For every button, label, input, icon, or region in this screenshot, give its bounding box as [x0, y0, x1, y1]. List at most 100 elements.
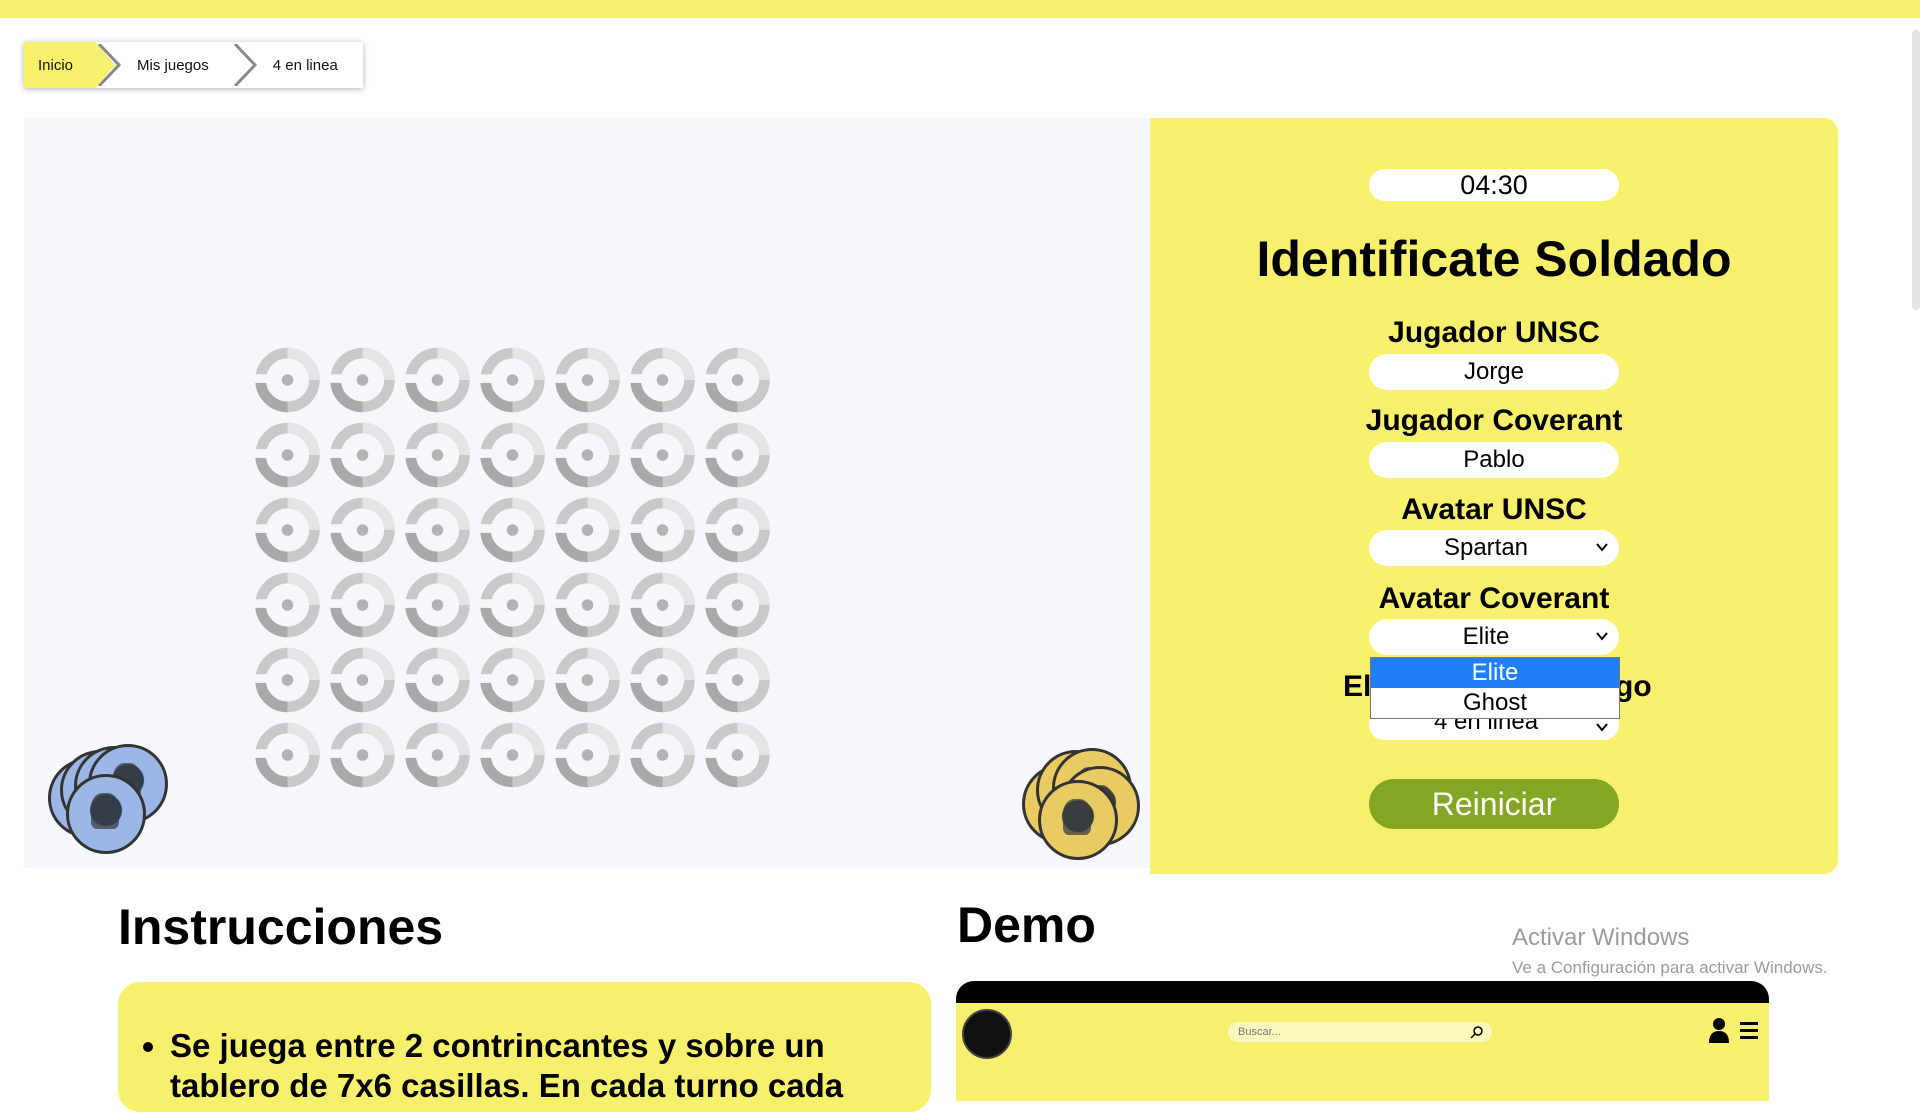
board-cell[interactable]: [550, 642, 625, 717]
board-cell[interactable]: [475, 342, 550, 417]
dropdown-option-elite[interactable]: Elite: [1371, 658, 1619, 688]
hole-icon: [701, 572, 770, 637]
top-accent-bar: [0, 0, 1920, 18]
board-cell[interactable]: [250, 642, 325, 717]
board-cell[interactable]: [400, 567, 475, 642]
instructions-box: Se juega entre 2 contrincantes y sobre u…: [118, 982, 931, 1112]
unsc-chip-stack[interactable]: [48, 744, 168, 854]
avatar2-label: Avatar Coverant: [1378, 582, 1610, 615]
hole-icon: [626, 422, 695, 487]
demo-search-input[interactable]: Buscar...: [1228, 1022, 1492, 1042]
board-cell[interactable]: [475, 417, 550, 492]
breadcrumb-item-mis-juegos[interactable]: Mis juegos: [95, 42, 231, 88]
hole-icon: [626, 647, 695, 712]
board-cell[interactable]: [550, 342, 625, 417]
game-board-grid: [250, 342, 775, 792]
panel-title: Identificate Soldado: [1256, 231, 1732, 287]
hole-icon: [476, 422, 545, 487]
board-cell[interactable]: [625, 342, 700, 417]
board-cell[interactable]: [700, 717, 775, 792]
board-cell[interactable]: [250, 567, 325, 642]
hole-icon: [476, 497, 545, 562]
board-cell[interactable]: [325, 417, 400, 492]
board-cell[interactable]: [250, 342, 325, 417]
hole-icon: [626, 347, 695, 412]
avatar2-select-value: Elite: [1462, 623, 1510, 650]
board-cell[interactable]: [700, 417, 775, 492]
hole-icon: [476, 572, 545, 637]
hole-icon: [401, 647, 470, 712]
board-cell[interactable]: [325, 342, 400, 417]
hole-icon: [626, 572, 695, 637]
demo-preview[interactable]: Buscar...: [956, 981, 1769, 1101]
player2-name-input[interactable]: [1369, 442, 1619, 478]
board-cell[interactable]: [400, 342, 475, 417]
hole-icon: [476, 722, 545, 787]
board-cell[interactable]: [700, 342, 775, 417]
board-cell[interactable]: [625, 417, 700, 492]
hole-icon: [476, 347, 545, 412]
hole-icon: [551, 572, 620, 637]
watermark-title: Activar Windows: [1512, 924, 1690, 951]
restart-button[interactable]: Reiniciar: [1369, 779, 1619, 829]
hole-icon: [701, 497, 770, 562]
demo-search-placeholder: Buscar...: [1238, 1026, 1281, 1038]
hole-icon: [326, 422, 395, 487]
board-cell[interactable]: [700, 642, 775, 717]
avatar2-dropdown-list: Elite Ghost: [1370, 657, 1620, 719]
player1-name-input[interactable]: [1369, 354, 1619, 390]
breadcrumb-item-inicio[interactable]: Inicio: [24, 42, 116, 88]
hole-icon: [401, 347, 470, 412]
board-cell[interactable]: [400, 642, 475, 717]
avatar1-select-value: Spartan: [1443, 534, 1529, 561]
board-cell[interactable]: [400, 717, 475, 792]
hole-icon: [626, 722, 695, 787]
page-scrollbar[interactable]: [1912, 30, 1920, 310]
board-cell[interactable]: [550, 567, 625, 642]
board-cell[interactable]: [475, 642, 550, 717]
menu-icon[interactable]: [1740, 1019, 1758, 1041]
watermark-subtitle: Ve a Configuración para activar Windows.: [1512, 958, 1828, 977]
breadcrumb-item-4-en-linea[interactable]: 4 en linea: [231, 42, 363, 88]
board-cell[interactable]: [625, 717, 700, 792]
controller-logo-icon: [962, 1009, 1012, 1059]
board-cell[interactable]: [475, 492, 550, 567]
hole-icon: [476, 647, 545, 712]
game-board-area: [24, 118, 1150, 868]
board-cell[interactable]: [625, 567, 700, 642]
board-cell[interactable]: [325, 492, 400, 567]
avatar1-select[interactable]: Spartan: [1369, 530, 1619, 566]
board-cell[interactable]: [700, 492, 775, 567]
board-cell[interactable]: [250, 717, 325, 792]
board-cell[interactable]: [550, 417, 625, 492]
coverant-chip-stack[interactable]: [1022, 746, 1142, 860]
hole-icon: [401, 572, 470, 637]
hole-icon: [251, 572, 320, 637]
user-icon[interactable]: [1708, 1017, 1730, 1043]
game-timer: 04:30: [1369, 169, 1619, 201]
board-cell[interactable]: [475, 567, 550, 642]
board-cell[interactable]: [250, 492, 325, 567]
board-cell[interactable]: [475, 717, 550, 792]
avatar2-select[interactable]: Elite: [1369, 619, 1619, 655]
search-icon: [1470, 1026, 1483, 1039]
board-cell[interactable]: [250, 417, 325, 492]
board-cell[interactable]: [700, 567, 775, 642]
board-cell[interactable]: [625, 642, 700, 717]
board-cell[interactable]: [325, 717, 400, 792]
board-cell[interactable]: [400, 492, 475, 567]
board-cell[interactable]: [550, 717, 625, 792]
hole-icon: [251, 347, 320, 412]
avatar1-label: Avatar UNSC: [1401, 493, 1587, 526]
board-cell[interactable]: [325, 642, 400, 717]
board-cell[interactable]: [625, 492, 700, 567]
dropdown-option-ghost[interactable]: Ghost: [1371, 688, 1619, 718]
hole-icon: [551, 347, 620, 412]
board-cell[interactable]: [550, 492, 625, 567]
chip-icon: [66, 774, 146, 854]
chip-icon: [1038, 780, 1118, 860]
hole-icon: [251, 647, 320, 712]
player1-label: Jugador UNSC: [1388, 316, 1600, 349]
board-cell[interactable]: [400, 417, 475, 492]
board-cell[interactable]: [325, 567, 400, 642]
